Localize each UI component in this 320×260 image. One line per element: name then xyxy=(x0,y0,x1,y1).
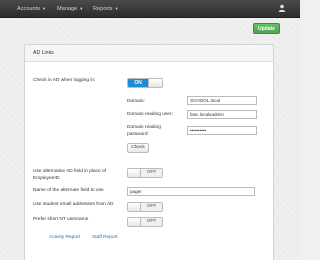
reading-password-label-line2: password: xyxy=(127,132,149,137)
update-button[interactable]: Update xyxy=(253,23,280,34)
alt-field-name-input[interactable] xyxy=(127,187,255,196)
toggle-knob xyxy=(128,218,141,226)
caret-down-icon: ▼ xyxy=(114,6,119,11)
activity-report-link[interactable]: Activity Report xyxy=(49,235,80,240)
user-icon[interactable] xyxy=(278,4,286,12)
toggle-knob xyxy=(128,203,141,211)
ad-links-panel: AD Links Check in AD when logging in: ON… xyxy=(24,44,274,260)
reading-user-input[interactable] xyxy=(187,110,257,119)
short-nt-toggle[interactable]: OFF xyxy=(127,217,163,227)
toggle-on-text: ON xyxy=(128,79,148,87)
toggle-off-text: OFF xyxy=(141,218,162,226)
short-nt-label: Prefer short NT username xyxy=(33,217,89,222)
nav-manage-label: Manage xyxy=(57,5,78,12)
toggle-knob xyxy=(148,79,162,87)
check-in-ad-toggle[interactable]: ON xyxy=(127,78,163,88)
reading-password-input[interactable] xyxy=(187,126,257,135)
nav-manage-menu[interactable]: Manage ▼ xyxy=(57,4,83,13)
nav-reports-menu[interactable]: Reports ▼ xyxy=(93,4,119,13)
check-button[interactable]: Check xyxy=(127,143,149,153)
student-email-label: Use student email addresses from AD xyxy=(33,202,114,207)
nav-accounts-menu[interactable]: Accounts ▼ xyxy=(17,4,46,13)
nav-reports-label: Reports xyxy=(93,5,113,12)
domain-label: Domain: xyxy=(127,99,145,104)
caret-down-icon: ▼ xyxy=(79,6,84,11)
panel-title: AD Links xyxy=(33,50,54,56)
alt-ad-field-toggle[interactable]: OFF xyxy=(127,168,163,178)
nav-accounts-label: Accounts xyxy=(17,5,41,12)
staff-report-link[interactable]: Staff Report xyxy=(92,235,118,240)
toggle-knob xyxy=(128,169,141,177)
toggle-off-text: OFF xyxy=(141,203,162,211)
student-email-toggle[interactable]: OFF xyxy=(127,202,163,212)
check-in-ad-label: Check in AD when logging in: xyxy=(33,78,96,83)
alt-ad-field-label-line2: EmployeeID: xyxy=(33,176,61,181)
caret-down-icon: ▼ xyxy=(42,6,46,11)
alt-ad-field-label-line1: Use alternative AD field in place of xyxy=(33,169,107,174)
top-navbar: Accounts ▼ Manage ▼ Reports ▼ xyxy=(0,0,300,18)
reading-user-label: Domain reading user: xyxy=(127,112,173,117)
domain-input[interactable] xyxy=(187,96,257,105)
panel-header: AD Links xyxy=(25,45,273,62)
alt-field-name-label: Name of the alternate field to use xyxy=(33,188,104,193)
reading-password-label-line1: Domain reading xyxy=(127,125,161,130)
toggle-off-text: OFF xyxy=(141,169,162,177)
